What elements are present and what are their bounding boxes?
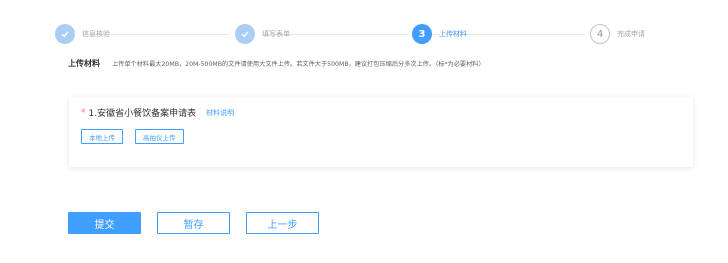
required-mark: *: [81, 107, 86, 118]
step-label: 填写表单: [262, 30, 290, 38]
step-complete: 4 完成申请: [590, 24, 645, 44]
material-card: * 1.安徽省小餐饮备案申请表 材料说明 本地上传 高拍仪上传: [69, 97, 693, 167]
upload-buttons: 本地上传 高拍仪上传: [81, 129, 196, 144]
camera-upload-button[interactable]: 高拍仪上传: [135, 129, 184, 144]
step-number: 3: [412, 24, 432, 44]
upload-header: 上传材料 上传单个材料最大20MB，20M-500MB的文件请使用大文件上传。若…: [68, 58, 485, 69]
step-label: 上传材料: [439, 30, 467, 38]
step-number: 4: [590, 24, 610, 44]
submit-button[interactable]: 提交: [68, 212, 141, 234]
step-label: 完成申请: [617, 30, 645, 38]
check-icon: [235, 24, 255, 44]
check-icon: [55, 24, 75, 44]
local-upload-button[interactable]: 本地上传: [81, 129, 123, 144]
material-name: 1.安徽省小餐饮备案申请表: [88, 109, 197, 119]
upload-description: 上传单个材料最大20MB，20M-500MB的文件请使用大文件上传。若文件大于5…: [112, 61, 485, 68]
step-progress: 信息核验 填写表单 3 上传材料 4 完成申请: [55, 24, 675, 48]
material-title: * 1.安徽省小餐饮备案申请表 材料说明: [81, 106, 234, 120]
step-upload-material: 3 上传材料: [412, 24, 467, 44]
form-actions: 提交 暂存 上一步: [68, 212, 335, 234]
step-info-verify: 信息核验: [55, 24, 110, 44]
step-label: 信息核验: [82, 30, 110, 38]
previous-step-button[interactable]: 上一步: [246, 212, 319, 234]
save-draft-button[interactable]: 暂存: [157, 212, 230, 234]
step-fill-form: 填写表单: [235, 24, 290, 44]
material-description-link[interactable]: 材料说明: [206, 108, 234, 118]
upload-title: 上传材料: [68, 59, 100, 68]
